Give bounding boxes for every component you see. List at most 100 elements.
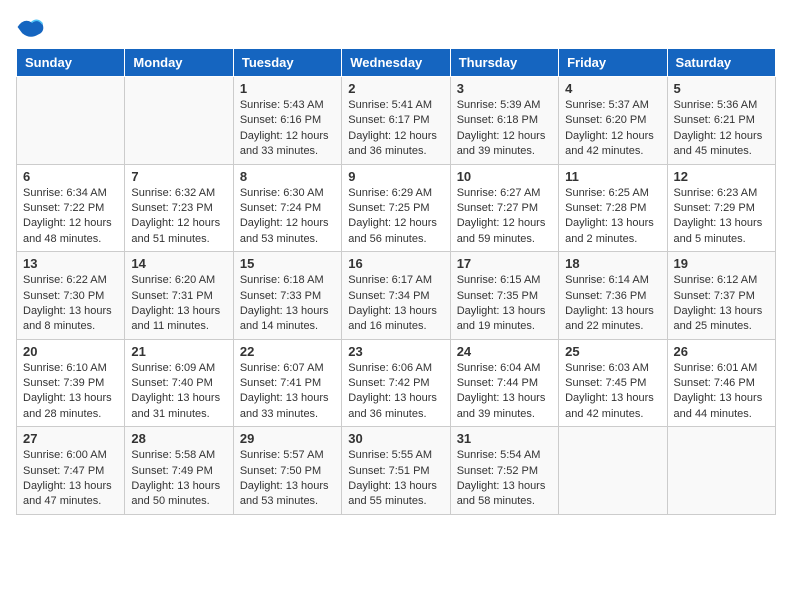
day-info: Sunrise: 6:04 AM Sunset: 7:44 PM Dayligh… <box>457 361 552 423</box>
day-info: Sunrise: 6:32 AM Sunset: 7:23 PM Dayligh… <box>131 186 226 248</box>
calendar-cell: 23 Sunrise: 6:06 AM Sunset: 7:42 PM Dayl… <box>342 339 450 427</box>
day-number: 2 <box>348 81 443 96</box>
day-info: Sunrise: 6:03 AM Sunset: 7:45 PM Dayligh… <box>565 361 660 423</box>
day-info: Sunrise: 6:34 AM Sunset: 7:22 PM Dayligh… <box>23 186 118 248</box>
day-number: 1 <box>240 81 335 96</box>
weekday-header-monday: Monday <box>125 49 233 77</box>
day-info: Sunrise: 5:54 AM Sunset: 7:52 PM Dayligh… <box>457 448 552 510</box>
calendar-cell: 31 Sunrise: 5:54 AM Sunset: 7:52 PM Dayl… <box>450 427 558 515</box>
calendar-cell: 3 Sunrise: 5:39 AM Sunset: 6:18 PM Dayli… <box>450 77 558 165</box>
day-info: Sunrise: 6:27 AM Sunset: 7:27 PM Dayligh… <box>457 186 552 248</box>
calendar-cell: 2 Sunrise: 5:41 AM Sunset: 6:17 PM Dayli… <box>342 77 450 165</box>
day-number: 13 <box>23 256 118 271</box>
calendar-cell: 30 Sunrise: 5:55 AM Sunset: 7:51 PM Dayl… <box>342 427 450 515</box>
calendar-cell: 10 Sunrise: 6:27 AM Sunset: 7:27 PM Dayl… <box>450 164 558 252</box>
day-number: 18 <box>565 256 660 271</box>
week-row-5: 27 Sunrise: 6:00 AM Sunset: 7:47 PM Dayl… <box>17 427 776 515</box>
weekday-header-tuesday: Tuesday <box>233 49 341 77</box>
day-info: Sunrise: 6:17 AM Sunset: 7:34 PM Dayligh… <box>348 273 443 335</box>
calendar-cell: 17 Sunrise: 6:15 AM Sunset: 7:35 PM Dayl… <box>450 252 558 340</box>
calendar-cell: 22 Sunrise: 6:07 AM Sunset: 7:41 PM Dayl… <box>233 339 341 427</box>
calendar-cell: 28 Sunrise: 5:58 AM Sunset: 7:49 PM Dayl… <box>125 427 233 515</box>
day-number: 25 <box>565 344 660 359</box>
day-number: 16 <box>348 256 443 271</box>
day-info: Sunrise: 6:25 AM Sunset: 7:28 PM Dayligh… <box>565 186 660 248</box>
day-number: 28 <box>131 431 226 446</box>
generalblue-logo-icon <box>16 16 44 38</box>
day-info: Sunrise: 6:07 AM Sunset: 7:41 PM Dayligh… <box>240 361 335 423</box>
week-row-2: 6 Sunrise: 6:34 AM Sunset: 7:22 PM Dayli… <box>17 164 776 252</box>
calendar-cell: 5 Sunrise: 5:36 AM Sunset: 6:21 PM Dayli… <box>667 77 775 165</box>
calendar-cell <box>667 427 775 515</box>
calendar-cell: 25 Sunrise: 6:03 AM Sunset: 7:45 PM Dayl… <box>559 339 667 427</box>
day-info: Sunrise: 5:55 AM Sunset: 7:51 PM Dayligh… <box>348 448 443 510</box>
day-info: Sunrise: 6:23 AM Sunset: 7:29 PM Dayligh… <box>674 186 769 248</box>
day-info: Sunrise: 5:41 AM Sunset: 6:17 PM Dayligh… <box>348 98 443 160</box>
calendar-cell: 1 Sunrise: 5:43 AM Sunset: 6:16 PM Dayli… <box>233 77 341 165</box>
calendar-cell: 16 Sunrise: 6:17 AM Sunset: 7:34 PM Dayl… <box>342 252 450 340</box>
logo <box>16 16 48 38</box>
day-info: Sunrise: 6:10 AM Sunset: 7:39 PM Dayligh… <box>23 361 118 423</box>
day-number: 4 <box>565 81 660 96</box>
calendar-cell: 27 Sunrise: 6:00 AM Sunset: 7:47 PM Dayl… <box>17 427 125 515</box>
calendar-cell: 4 Sunrise: 5:37 AM Sunset: 6:20 PM Dayli… <box>559 77 667 165</box>
weekday-header-sunday: Sunday <box>17 49 125 77</box>
day-number: 9 <box>348 169 443 184</box>
calendar-cell: 26 Sunrise: 6:01 AM Sunset: 7:46 PM Dayl… <box>667 339 775 427</box>
day-number: 23 <box>348 344 443 359</box>
day-info: Sunrise: 6:12 AM Sunset: 7:37 PM Dayligh… <box>674 273 769 335</box>
day-info: Sunrise: 6:15 AM Sunset: 7:35 PM Dayligh… <box>457 273 552 335</box>
calendar-cell: 6 Sunrise: 6:34 AM Sunset: 7:22 PM Dayli… <box>17 164 125 252</box>
calendar-cell: 8 Sunrise: 6:30 AM Sunset: 7:24 PM Dayli… <box>233 164 341 252</box>
week-row-3: 13 Sunrise: 6:22 AM Sunset: 7:30 PM Dayl… <box>17 252 776 340</box>
day-number: 20 <box>23 344 118 359</box>
day-info: Sunrise: 6:30 AM Sunset: 7:24 PM Dayligh… <box>240 186 335 248</box>
calendar-cell <box>559 427 667 515</box>
day-info: Sunrise: 6:29 AM Sunset: 7:25 PM Dayligh… <box>348 186 443 248</box>
day-info: Sunrise: 6:00 AM Sunset: 7:47 PM Dayligh… <box>23 448 118 510</box>
day-info: Sunrise: 6:20 AM Sunset: 7:31 PM Dayligh… <box>131 273 226 335</box>
calendar-cell <box>125 77 233 165</box>
day-number: 24 <box>457 344 552 359</box>
page-header <box>16 16 776 38</box>
day-info: Sunrise: 5:57 AM Sunset: 7:50 PM Dayligh… <box>240 448 335 510</box>
calendar-cell: 24 Sunrise: 6:04 AM Sunset: 7:44 PM Dayl… <box>450 339 558 427</box>
day-number: 11 <box>565 169 660 184</box>
day-number: 10 <box>457 169 552 184</box>
day-number: 15 <box>240 256 335 271</box>
calendar-cell <box>17 77 125 165</box>
calendar-cell: 19 Sunrise: 6:12 AM Sunset: 7:37 PM Dayl… <box>667 252 775 340</box>
week-row-4: 20 Sunrise: 6:10 AM Sunset: 7:39 PM Dayl… <box>17 339 776 427</box>
calendar-cell: 7 Sunrise: 6:32 AM Sunset: 7:23 PM Dayli… <box>125 164 233 252</box>
day-number: 17 <box>457 256 552 271</box>
calendar-cell: 12 Sunrise: 6:23 AM Sunset: 7:29 PM Dayl… <box>667 164 775 252</box>
weekday-header-saturday: Saturday <box>667 49 775 77</box>
day-number: 5 <box>674 81 769 96</box>
week-row-1: 1 Sunrise: 5:43 AM Sunset: 6:16 PM Dayli… <box>17 77 776 165</box>
day-number: 14 <box>131 256 226 271</box>
day-info: Sunrise: 6:14 AM Sunset: 7:36 PM Dayligh… <box>565 273 660 335</box>
day-info: Sunrise: 5:39 AM Sunset: 6:18 PM Dayligh… <box>457 98 552 160</box>
day-number: 31 <box>457 431 552 446</box>
day-info: Sunrise: 5:43 AM Sunset: 6:16 PM Dayligh… <box>240 98 335 160</box>
calendar-cell: 11 Sunrise: 6:25 AM Sunset: 7:28 PM Dayl… <box>559 164 667 252</box>
day-info: Sunrise: 5:36 AM Sunset: 6:21 PM Dayligh… <box>674 98 769 160</box>
day-info: Sunrise: 5:37 AM Sunset: 6:20 PM Dayligh… <box>565 98 660 160</box>
weekday-header-thursday: Thursday <box>450 49 558 77</box>
day-number: 12 <box>674 169 769 184</box>
calendar-table: SundayMondayTuesdayWednesdayThursdayFrid… <box>16 48 776 515</box>
day-number: 27 <box>23 431 118 446</box>
day-number: 22 <box>240 344 335 359</box>
weekday-header-wednesday: Wednesday <box>342 49 450 77</box>
day-number: 3 <box>457 81 552 96</box>
calendar-cell: 20 Sunrise: 6:10 AM Sunset: 7:39 PM Dayl… <box>17 339 125 427</box>
day-info: Sunrise: 6:22 AM Sunset: 7:30 PM Dayligh… <box>23 273 118 335</box>
day-number: 26 <box>674 344 769 359</box>
day-info: Sunrise: 5:58 AM Sunset: 7:49 PM Dayligh… <box>131 448 226 510</box>
weekday-header-friday: Friday <box>559 49 667 77</box>
calendar-cell: 18 Sunrise: 6:14 AM Sunset: 7:36 PM Dayl… <box>559 252 667 340</box>
day-info: Sunrise: 6:18 AM Sunset: 7:33 PM Dayligh… <box>240 273 335 335</box>
calendar-cell: 13 Sunrise: 6:22 AM Sunset: 7:30 PM Dayl… <box>17 252 125 340</box>
calendar-cell: 15 Sunrise: 6:18 AM Sunset: 7:33 PM Dayl… <box>233 252 341 340</box>
calendar-cell: 29 Sunrise: 5:57 AM Sunset: 7:50 PM Dayl… <box>233 427 341 515</box>
